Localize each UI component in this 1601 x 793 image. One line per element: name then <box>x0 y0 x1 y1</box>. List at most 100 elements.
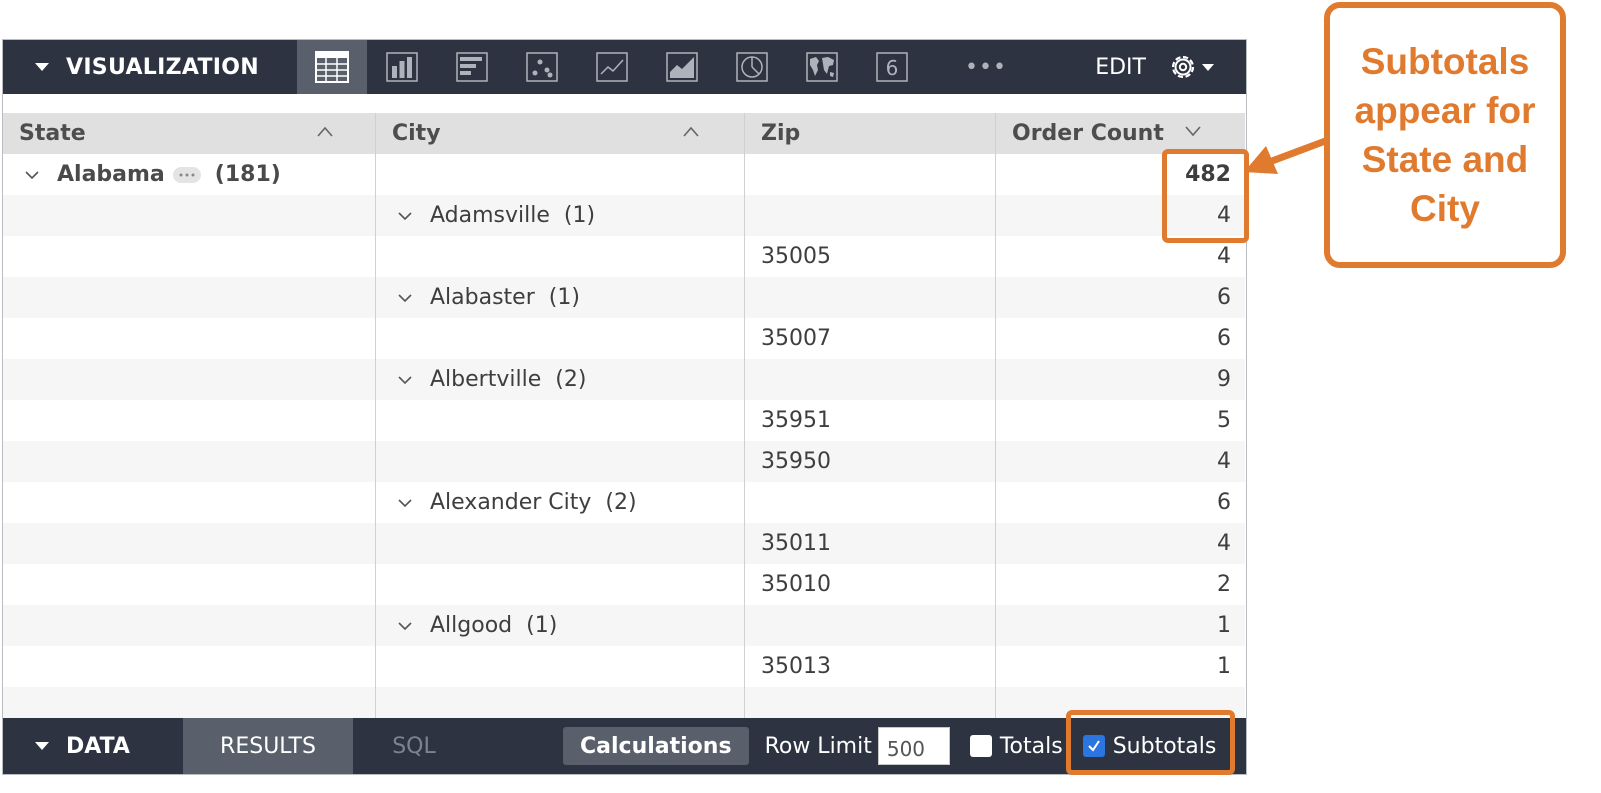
sort-ascending-icon[interactable] <box>316 123 334 141</box>
column-header-order-count[interactable]: Order Count <box>996 113 1245 154</box>
area-chart-icon <box>666 52 698 82</box>
scatter-plot-icon <box>526 52 558 82</box>
row-limit-input[interactable] <box>877 727 950 765</box>
results-table: State City Zip Order Count Alabama (181) <box>3 113 1246 719</box>
table-row: Alabaster (1) 6 <box>3 277 1245 318</box>
tab-sql[interactable]: SQL <box>353 718 475 774</box>
table-row: Alabama (181) 482 <box>3 154 1245 195</box>
caret-down-icon <box>1202 63 1214 71</box>
table-row: Allgood (1) 1 <box>3 605 1245 646</box>
city-subtotal-value: 6 <box>1217 285 1231 310</box>
table-row: 35005 4 <box>3 236 1245 277</box>
scatter-viz-button[interactable] <box>507 40 577 94</box>
edit-button[interactable]: EDIT <box>1095 40 1168 94</box>
bar-viz-button[interactable] <box>437 40 507 94</box>
table-row: Adamsville (1) 4 <box>3 195 1245 236</box>
settings-menu-button[interactable] <box>1168 40 1246 94</box>
single-value-viz-button[interactable]: 6 <box>857 40 927 94</box>
chevron-down-icon[interactable] <box>398 496 412 510</box>
callout-text: Subtotals appear for State and City <box>1354 41 1536 229</box>
city-value[interactable]: Allgood <box>430 613 512 638</box>
city-row-count: (2) <box>605 490 637 515</box>
zip-value[interactable]: 35007 <box>745 326 831 351</box>
tab-results[interactable]: RESULTS <box>183 718 353 774</box>
zip-value[interactable]: 35951 <box>745 408 831 433</box>
visualization-section-toggle[interactable]: VISUALIZATION <box>3 40 297 94</box>
city-row-count: (1) <box>526 613 558 638</box>
order-count-value: 1 <box>1217 654 1231 679</box>
order-count-value: 4 <box>1217 449 1231 474</box>
state-row-count: (181) <box>214 162 281 187</box>
table-row: 35011 4 <box>3 523 1245 564</box>
order-count-value: 6 <box>1217 326 1231 351</box>
caret-down-icon <box>35 742 49 750</box>
visualization-toolbar: VISUALIZATION 6 ••• EDIT <box>3 40 1246 94</box>
column-header-zip[interactable]: Zip <box>745 113 996 154</box>
table-viz-button[interactable] <box>297 40 367 94</box>
table-row: 35007 6 <box>3 318 1245 359</box>
column-viz-button[interactable] <box>367 40 437 94</box>
city-row-count: (1) <box>548 285 580 310</box>
order-count-value: 2 <box>1217 572 1231 597</box>
table-row: 35951 5 <box>3 400 1245 441</box>
caret-down-icon <box>35 63 49 71</box>
more-viz-options[interactable]: ••• <box>951 40 1021 94</box>
more-options-icon[interactable] <box>172 166 201 183</box>
totals-checkbox[interactable]: Totals <box>969 733 1063 759</box>
table-row: 35010 2 <box>3 564 1245 605</box>
sort-ascending-icon[interactable] <box>682 123 700 141</box>
chevron-down-icon[interactable] <box>398 291 412 305</box>
zip-value[interactable]: 35013 <box>745 654 831 679</box>
chevron-down-icon[interactable] <box>25 168 39 182</box>
zip-value[interactable]: 35005 <box>745 244 831 269</box>
table-row: 35950 4 <box>3 441 1245 482</box>
column-header-label: Zip <box>761 121 801 146</box>
table-header-row: State City Zip Order Count <box>3 113 1245 154</box>
chevron-down-icon[interactable] <box>398 373 412 387</box>
chevron-down-icon[interactable] <box>398 209 412 223</box>
city-value[interactable]: Albertville <box>430 367 541 392</box>
order-count-value: 4 <box>1217 531 1231 556</box>
column-header-label: Order Count <box>1012 121 1164 146</box>
row-limit-label: Row Limit <box>764 733 872 759</box>
city-row-count: (2) <box>555 367 587 392</box>
column-header-label: State <box>19 121 86 146</box>
checkbox-unchecked-icon[interactable] <box>969 735 992 757</box>
zip-value[interactable]: 35011 <box>745 531 831 556</box>
area-viz-button[interactable] <box>647 40 717 94</box>
pie-viz-button[interactable] <box>717 40 787 94</box>
totals-label: Totals <box>999 733 1063 759</box>
calculations-button[interactable]: Calculations <box>563 727 749 765</box>
single-value-glyph: 6 <box>886 56 899 80</box>
city-row-count: (1) <box>563 203 596 228</box>
zip-value[interactable]: 35010 <box>745 572 831 597</box>
zip-value[interactable]: 35950 <box>745 449 831 474</box>
chevron-down-icon[interactable] <box>398 619 412 633</box>
gear-icon <box>1171 55 1195 79</box>
table-row: Albertville (2) 9 <box>3 359 1245 400</box>
city-value[interactable]: Alabaster <box>430 285 535 310</box>
city-subtotal-value: 4 <box>1217 203 1231 228</box>
state-value[interactable]: Alabama <box>57 162 165 187</box>
column-header-city[interactable]: City <box>376 113 745 154</box>
column-chart-icon <box>386 52 418 82</box>
city-value[interactable]: Adamsville <box>430 203 550 228</box>
subtotals-checkbox[interactable]: Subtotals <box>1082 733 1217 759</box>
city-value[interactable]: Alexander City <box>430 490 591 515</box>
map-viz-button[interactable] <box>787 40 857 94</box>
checkbox-checked-icon[interactable] <box>1082 735 1105 757</box>
world-map-icon <box>806 52 838 82</box>
state-subtotal-value: 482 <box>1185 162 1231 187</box>
data-title: DATA <box>66 733 130 759</box>
line-chart-icon <box>596 52 628 82</box>
column-header-label: City <box>392 121 441 146</box>
subtotals-label: Subtotals <box>1112 733 1217 759</box>
sort-descending-icon[interactable] <box>1184 122 1202 140</box>
visualization-panel: VISUALIZATION 6 ••• EDIT State City Zip … <box>2 39 1247 775</box>
line-viz-button[interactable] <box>577 40 647 94</box>
visualization-title: VISUALIZATION <box>66 54 259 80</box>
bar-chart-icon <box>456 52 488 82</box>
data-section-toggle[interactable]: DATA <box>3 718 183 774</box>
callout-arrow-icon <box>1244 136 1330 174</box>
column-header-state[interactable]: State <box>3 113 376 154</box>
